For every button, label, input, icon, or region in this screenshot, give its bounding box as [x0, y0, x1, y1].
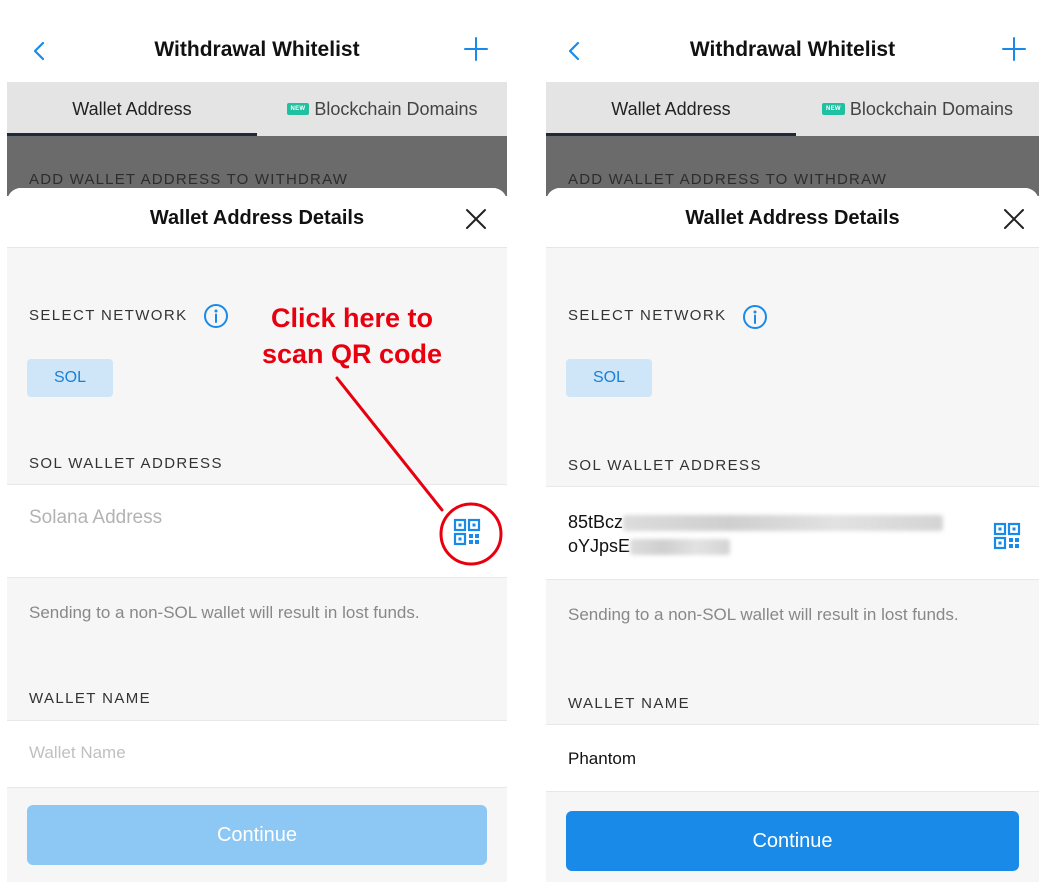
network-chip-sol[interactable]: SOL	[566, 359, 652, 397]
address-field[interactable]: Solana Address	[7, 484, 507, 578]
network-warning: Sending to a non-SOL wallet will result …	[568, 605, 959, 624]
annotation-line-2: scan QR code	[261, 339, 443, 369]
sheet-title: Wallet Address Details	[685, 207, 900, 229]
close-icon[interactable]	[1001, 206, 1027, 232]
new-badge: NEW	[286, 103, 310, 115]
address-field[interactable]: 85tBcz oYJpsE	[546, 486, 1039, 580]
select-network-label: SELECT NETWORK	[568, 307, 727, 324]
wallet-details-sheet: Wallet Address Details SELECT NETWORK SO…	[7, 188, 507, 882]
tab-wallet-address[interactable]: Wallet Address	[546, 82, 796, 136]
annotation-line-1: Click here to	[270, 303, 434, 333]
new-badge: NEW	[822, 103, 845, 115]
info-icon[interactable]	[742, 304, 768, 330]
redacted-address	[623, 515, 944, 532]
address-label: SOL WALLET ADDRESS	[29, 455, 223, 472]
tab-bar: Wallet Address NEW Blockchain Domains	[546, 82, 1039, 136]
plus-icon[interactable]	[461, 34, 491, 64]
select-network-label: SELECT NETWORK	[29, 307, 188, 324]
plus-icon[interactable]	[999, 34, 1029, 64]
comparison-screenshot: Withdrawal Whitelist Wallet Address NEW …	[0, 0, 1039, 882]
tab-label: Blockchain Domains	[314, 98, 478, 119]
tab-bar: Wallet Address NEW Blockchain Domains	[7, 82, 507, 136]
tab-wallet-address[interactable]: Wallet Address	[7, 82, 257, 136]
address-label: SOL WALLET ADDRESS	[568, 457, 762, 474]
nav-bar: Withdrawal Whitelist	[546, 0, 1039, 82]
sheet-title: Wallet Address Details	[149, 207, 365, 229]
page-title: Withdrawal Whitelist	[154, 38, 360, 61]
address-input[interactable]: Solana Address	[29, 507, 162, 529]
close-icon[interactable]	[463, 206, 489, 232]
tab-blockchain-domains[interactable]: NEW Blockchain Domains	[796, 82, 1039, 136]
wallet-name-label: WALLET NAME	[29, 690, 152, 707]
network-chip-sol[interactable]: SOL	[27, 359, 113, 397]
page-title: Withdrawal Whitelist	[689, 38, 896, 61]
tab-label: Wallet Address	[611, 98, 731, 119]
qr-code-icon[interactable]	[993, 522, 1021, 550]
continue-button[interactable]: Continue	[566, 811, 1019, 871]
info-icon[interactable]	[203, 303, 229, 329]
annotation-callout: Click here to scan QR code	[252, 300, 452, 372]
wallet-details-sheet: Wallet Address Details SELECT NETWORK SO…	[546, 188, 1039, 882]
section-heading: ADD WALLET ADDRESS TO WITHDRAW	[29, 171, 349, 188]
continue-button[interactable]: Continue	[27, 805, 487, 865]
address-line-2: oYJpsE	[568, 536, 631, 556]
wallet-name-label: WALLET NAME	[568, 695, 691, 712]
address-line-1: 85tBcz	[568, 512, 624, 532]
nav-bar: Withdrawal Whitelist	[7, 0, 507, 82]
sheet-header: Wallet Address Details	[7, 188, 507, 248]
phone-screen-empty: Withdrawal Whitelist Wallet Address NEW …	[7, 0, 507, 882]
wallet-name-input[interactable]: Wallet Name	[29, 743, 126, 763]
tab-blockchain-domains[interactable]: NEW Blockchain Domains	[257, 82, 507, 136]
wallet-name-field[interactable]: Phantom	[546, 724, 1039, 792]
tab-label: Wallet Address	[72, 98, 192, 119]
phone-screen-filled: Withdrawal Whitelist Wallet Address NEW …	[546, 0, 1039, 882]
sheet-header: Wallet Address Details	[546, 188, 1039, 248]
tab-label: Blockchain Domains	[849, 98, 1013, 119]
address-value[interactable]: 85tBcz oYJpsE	[568, 510, 944, 558]
section-heading: ADD WALLET ADDRESS TO WITHDRAW	[568, 171, 888, 188]
qr-code-icon[interactable]	[453, 518, 481, 546]
wallet-name-input[interactable]: Phantom	[568, 747, 636, 771]
wallet-name-field[interactable]: Wallet Name	[7, 720, 507, 788]
dimmed-backdrop[interactable]: ADD WALLET ADDRESS TO WITHDRAW	[546, 136, 1039, 196]
network-warning: Sending to a non-SOL wallet will result …	[29, 603, 420, 622]
redacted-address	[630, 539, 731, 556]
dimmed-backdrop[interactable]: ADD WALLET ADDRESS TO WITHDRAW	[7, 136, 507, 196]
